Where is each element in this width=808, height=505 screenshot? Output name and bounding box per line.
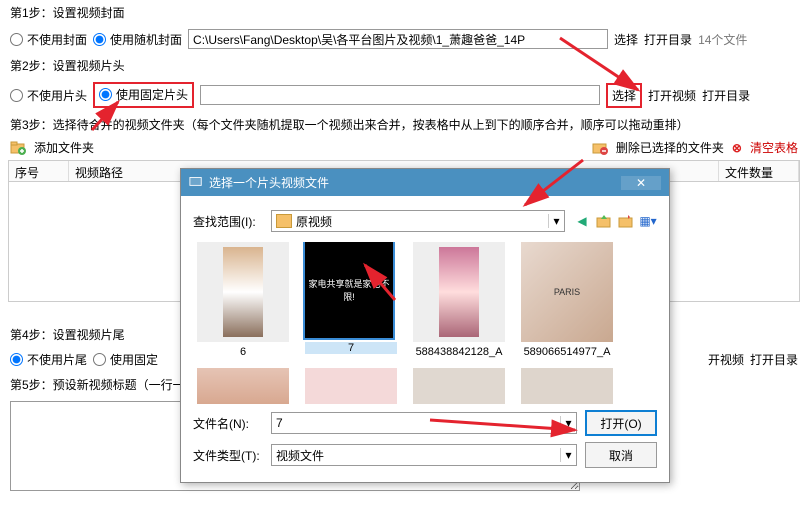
open-outro-dir-button[interactable]: 打开目录 <box>750 351 798 368</box>
col-count[interactable]: 文件数量 <box>719 161 799 181</box>
thumb-item[interactable]: 6 <box>197 242 289 358</box>
clear-icon: ⊗ <box>732 141 742 155</box>
dialog-title-text: 选择一个片头视频文件 <box>209 174 329 191</box>
folder-icon <box>276 214 292 228</box>
clear-table-button[interactable]: 清空表格 <box>750 139 798 156</box>
cover-path-input[interactable] <box>188 29 608 49</box>
highlight-choose-intro: 选择 <box>606 83 642 108</box>
delete-folder-icon <box>592 140 608 156</box>
intro-path-input[interactable] <box>200 85 600 105</box>
chevron-down-icon[interactable]: ▾ <box>560 448 576 462</box>
lookin-value: 原视频 <box>296 213 548 230</box>
filename-label: 文件名(N): <box>193 415 263 432</box>
step3-toolbar: 添加文件夹 删除已选择的文件夹 ⊗ 清空表格 <box>0 137 808 158</box>
view-menu-icon[interactable]: ▦▾ <box>639 212 657 230</box>
step1-row: 第1步：设置视频封面 <box>0 0 808 25</box>
lookin-combo[interactable]: 原视频 ▾ <box>271 210 565 232</box>
filename-value: 7 <box>272 416 560 430</box>
radio-no-cover[interactable]: 不使用封面 <box>10 31 87 48</box>
step1-options: 不使用封面 使用随机封面 选择 打开目录 14个文件 <box>0 25 808 53</box>
open-intro-video-button[interactable]: 打开视频 <box>648 87 696 104</box>
step2-row: 第2步：设置视频片头 <box>0 53 808 78</box>
step2-label: 第2步：设置视频片头 <box>10 57 125 74</box>
cover-file-count: 14个文件 <box>698 31 747 48</box>
radio-no-outro[interactable]: 不使用片尾 <box>10 351 87 368</box>
step3-label: 第3步：选择待合并的视频文件夹（每个文件夹随机提取一个视频出来合并，按表格中从上… <box>10 116 689 133</box>
filename-combo[interactable]: 7 ▾ <box>271 412 577 434</box>
delete-folder-button[interactable]: 删除已选择的文件夹 <box>616 139 724 156</box>
choose-intro-button[interactable]: 选择 <box>612 89 636 103</box>
dialog-titlebar[interactable]: 选择一个片头视频文件 ✕ <box>181 169 669 196</box>
step5-label: 第5步：预设新视频标题（一行一 <box>10 376 185 393</box>
thumb-item[interactable]: 588438842128_A <box>413 242 505 358</box>
col-index[interactable]: 序号 <box>9 161 69 181</box>
filetype-combo[interactable]: 视频文件 ▾ <box>271 444 577 466</box>
thumb-item-selected[interactable]: 家电共享就是家电不限! 7 <box>305 242 397 358</box>
step2-options: 不使用片头 使用固定片头 选择 打开视频 打开目录 <box>0 78 808 112</box>
step4-label: 第4步：设置视频片尾 <box>10 326 125 343</box>
add-folder-button[interactable]: 添加文件夹 <box>34 139 94 156</box>
chevron-down-icon[interactable]: ▾ <box>548 214 564 228</box>
up-icon[interactable] <box>595 212 613 230</box>
radio-fixed-outro[interactable]: 使用固定 <box>93 351 158 368</box>
highlight-fixed-intro: 使用固定片头 <box>93 82 194 108</box>
step3-row: 第3步：选择待合并的视频文件夹（每个文件夹随机提取一个视频出来合并，按表格中从上… <box>0 112 808 137</box>
choose-cover-button[interactable]: 选择 <box>614 31 638 48</box>
open-intro-dir-button[interactable]: 打开目录 <box>702 87 750 104</box>
thumb-item[interactable]: PARIS 589066514977_A <box>521 242 613 358</box>
chevron-down-icon[interactable]: ▾ <box>560 416 576 430</box>
radio-random-cover[interactable]: 使用随机封面 <box>93 31 182 48</box>
open-outro-video-button[interactable]: 开视频 <box>708 351 744 368</box>
cancel-button[interactable]: 取消 <box>585 442 657 468</box>
radio-fixed-intro[interactable]: 使用固定片头 <box>99 86 188 103</box>
filetype-value: 视频文件 <box>272 447 560 464</box>
dialog-icon <box>189 174 203 191</box>
open-button[interactable]: 打开(O) <box>585 410 657 436</box>
add-folder-icon <box>10 140 26 156</box>
lookin-label: 查找范围(I): <box>193 213 263 230</box>
open-cover-dir-button[interactable]: 打开目录 <box>644 31 692 48</box>
filetype-label: 文件类型(T): <box>193 447 263 464</box>
file-dialog: 选择一个片头视频文件 ✕ 查找范围(I): 原视频 ▾ ◀ ▦▾ 6 <box>180 168 670 483</box>
dialog-close-button[interactable]: ✕ <box>621 176 661 190</box>
thumbnail-list: 6 家电共享就是家电不限! 7 588438842128_A PARIS 589… <box>197 242 653 358</box>
new-folder-icon[interactable] <box>617 212 635 230</box>
back-icon[interactable]: ◀ <box>573 212 591 230</box>
step1-label: 第1步：设置视频封面 <box>10 4 125 21</box>
thumb-partial-row <box>197 368 653 404</box>
radio-no-intro[interactable]: 不使用片头 <box>10 87 87 104</box>
